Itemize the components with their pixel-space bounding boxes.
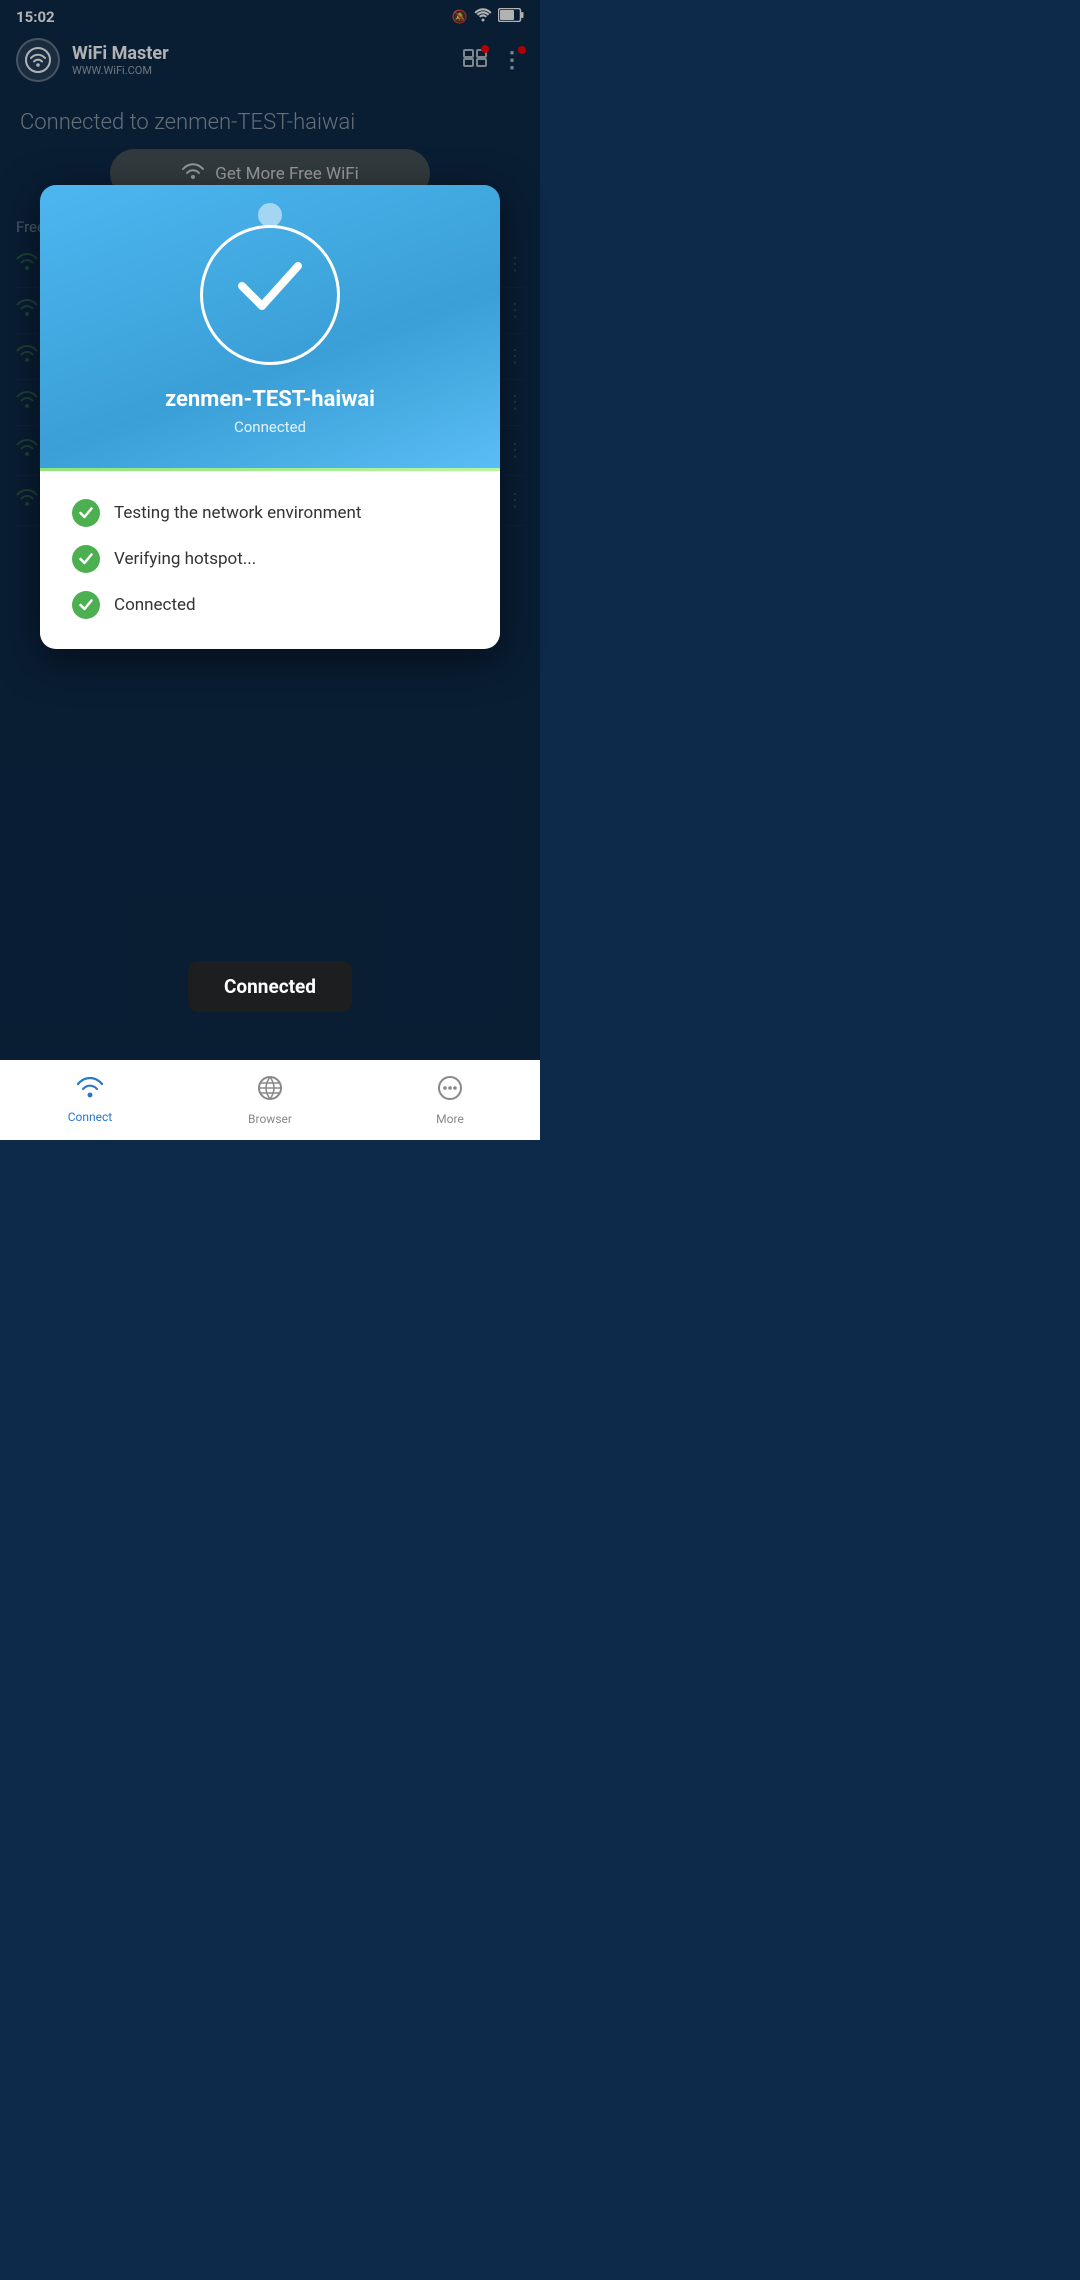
check-item-text-3: Connected [114,595,196,615]
check-item-text-1: Testing the network environment [114,503,361,523]
success-check-circle [200,225,340,365]
connect-nav-label: Connect [68,1110,112,1124]
green-check-icon-2 [72,545,100,573]
nav-connect[interactable]: Connect [0,1076,180,1124]
check-item-1: Testing the network environment [72,499,468,527]
modal-bottom: Testing the network environment Verifyin… [40,471,500,649]
modal-connection-status: Connected [234,418,306,436]
nav-more[interactable]: More [360,1075,540,1126]
connection-modal: zenmen-TEST-haiwai Connected Testing the… [40,185,500,649]
bottom-nav: Connect Browser More [0,1060,540,1140]
more-nav-label: More [436,1112,464,1126]
toast-text: Connected [224,975,316,998]
check-item-3: Connected [72,591,468,619]
browser-nav-icon [257,1075,283,1108]
modal-top: zenmen-TEST-haiwai Connected [40,185,500,468]
connect-nav-icon [77,1076,103,1106]
green-check-icon-3 [72,591,100,619]
browser-nav-label: Browser [248,1112,292,1126]
connected-toast: Connected [188,961,352,1012]
checkmark-icon [234,256,306,327]
modal-handle-dot [258,203,282,227]
more-nav-icon [437,1075,463,1108]
check-item-2: Verifying hotspot... [72,545,468,573]
green-check-icon-1 [72,499,100,527]
nav-browser[interactable]: Browser [180,1075,360,1126]
modal-ssid: zenmen-TEST-haiwai [165,387,375,412]
check-item-text-2: Verifying hotspot... [114,549,256,569]
